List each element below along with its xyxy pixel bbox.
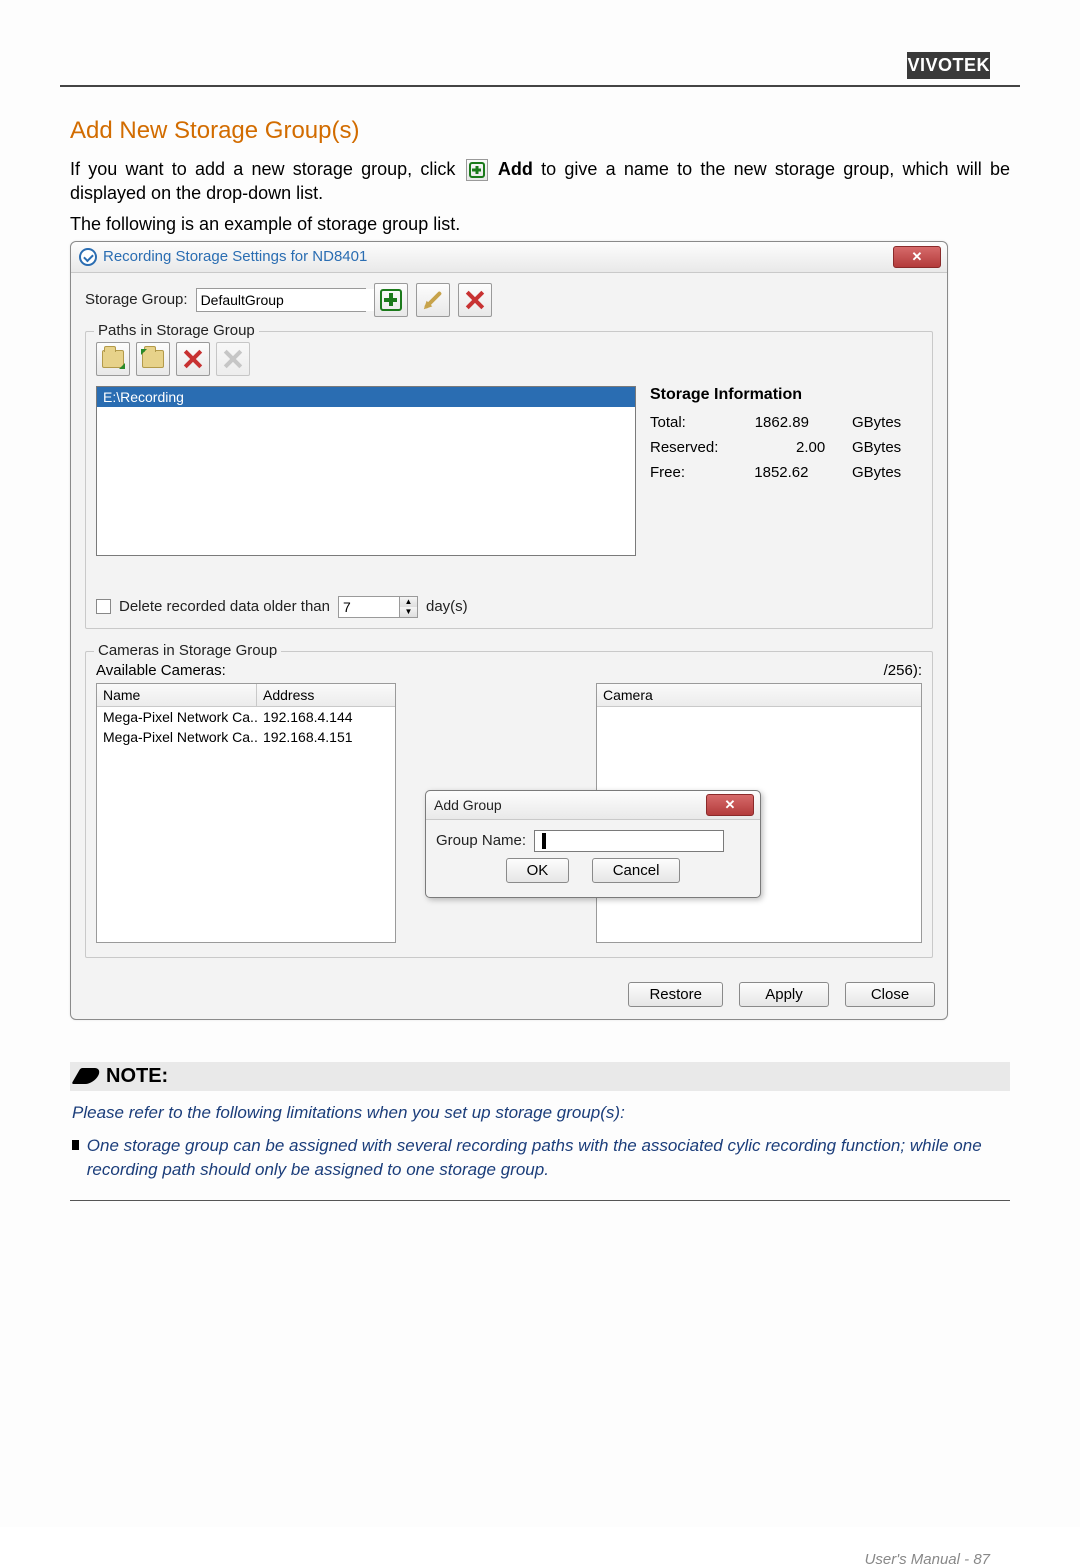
add-group-close-button[interactable]: ✕ [706, 794, 754, 816]
available-cameras-label: Available Cameras: [96, 662, 396, 679]
add-group-button[interactable] [374, 283, 408, 317]
available-cameras-table[interactable]: Name Address Mega-Pixel Network Ca... 19… [96, 683, 396, 943]
add-group-cancel-button[interactable]: Cancel [592, 858, 681, 883]
col-camera: Camera [597, 684, 659, 706]
note-bullet-1: One storage group can be assigned with s… [87, 1134, 1008, 1182]
paths-list[interactable]: E:\Recording [96, 386, 636, 556]
add-icon [466, 159, 488, 181]
restore-button[interactable]: Restore [628, 982, 723, 1007]
plus-icon [380, 289, 402, 311]
intro-add-word: Add [498, 159, 533, 179]
col-name: Name [97, 684, 257, 706]
intro-before: If you want to add a new storage group, … [70, 159, 464, 179]
x-disabled-icon [222, 348, 244, 370]
close-button[interactable]: Close [845, 982, 935, 1007]
storage-group-input[interactable] [197, 289, 386, 311]
delete-old-checkbox[interactable] [96, 599, 111, 614]
delete-days-unit: day(s) [426, 598, 468, 615]
cameras-legend: Cameras in Storage Group [94, 642, 281, 659]
remove-path-button[interactable] [176, 342, 210, 376]
path-item-selected[interactable]: E:\Recording [97, 387, 635, 407]
page-number: 87 [973, 1551, 990, 1568]
col-address: Address [257, 684, 395, 706]
dialog-title: Recording Storage Settings for ND8401 [103, 248, 367, 265]
intro-paragraph: If you want to add a new storage group, … [70, 157, 1010, 206]
edit-group-button[interactable] [416, 283, 450, 317]
storage-info-title: Storage Information [650, 386, 916, 404]
storage-info-total: Total: 1862.89 GBytes [650, 414, 916, 431]
section-title: Add New Storage Group(s) [70, 117, 1010, 145]
dialog-titlebar: Recording Storage Settings for ND8401 ✕ [71, 242, 947, 273]
update-path-button[interactable] [136, 342, 170, 376]
add-group-ok-button[interactable]: OK [506, 858, 570, 883]
delete-group-button[interactable] [458, 283, 492, 317]
folder-up-icon [142, 350, 164, 368]
storage-information: Storage Information Total: 1862.89 GByte… [644, 386, 922, 556]
add-group-dialog: Add Group ✕ Group Name: OK Cancel [425, 790, 761, 898]
note-line-1: Please refer to the following limitation… [72, 1101, 1008, 1125]
selected-count-suffix: /256): [596, 662, 922, 679]
note-box: NOTE: Please refer to the following limi… [70, 1062, 1010, 1201]
example-line: The following is an example of storage g… [70, 214, 1010, 235]
storage-info-free: Free: 1852.62 GBytes [650, 464, 916, 481]
brand-label: VIVOTEK [907, 52, 990, 79]
pencil-icon [423, 290, 441, 308]
delete-days-spinner[interactable]: ▲ ▼ [338, 596, 418, 618]
storage-group-combo[interactable]: ▼ [196, 288, 366, 312]
note-pen-icon [71, 1068, 102, 1084]
text-cursor [542, 833, 546, 849]
paths-fieldset: Paths in Storage Group E:\Recording [85, 331, 933, 629]
spin-up-icon[interactable]: ▲ [400, 597, 417, 607]
clear-paths-button[interactable] [216, 342, 250, 376]
group-name-input[interactable] [534, 830, 724, 852]
x-icon [182, 348, 204, 370]
page-footer: User's Manual - 87 [0, 1551, 1080, 1568]
storage-info-reserved: Reserved: 2.00 GBytes [650, 439, 916, 456]
recording-storage-dialog: Recording Storage Settings for ND8401 ✕ … [70, 241, 948, 1020]
table-row[interactable]: Mega-Pixel Network Ca... 192.168.4.144 [97, 707, 395, 727]
spin-down-icon[interactable]: ▼ [400, 607, 417, 617]
group-name-label: Group Name: [436, 832, 526, 849]
apply-button[interactable]: Apply [739, 982, 829, 1007]
window-close-button[interactable]: ✕ [893, 246, 941, 268]
add-path-button[interactable] [96, 342, 130, 376]
delete-old-label: Delete recorded data older than [119, 598, 330, 615]
footer-label: User's Manual - [865, 1551, 974, 1568]
note-heading: NOTE: [106, 1065, 168, 1088]
bullet-square-icon [72, 1140, 79, 1150]
delete-days-input[interactable] [339, 597, 399, 617]
x-icon [464, 289, 486, 311]
folder-add-icon [102, 350, 124, 368]
add-group-title: Add Group [434, 797, 502, 813]
check-icon [79, 248, 97, 266]
storage-group-label: Storage Group: [85, 291, 188, 308]
table-row[interactable]: Mega-Pixel Network Ca... 192.168.4.151 [97, 727, 395, 747]
paths-legend: Paths in Storage Group [94, 322, 259, 339]
